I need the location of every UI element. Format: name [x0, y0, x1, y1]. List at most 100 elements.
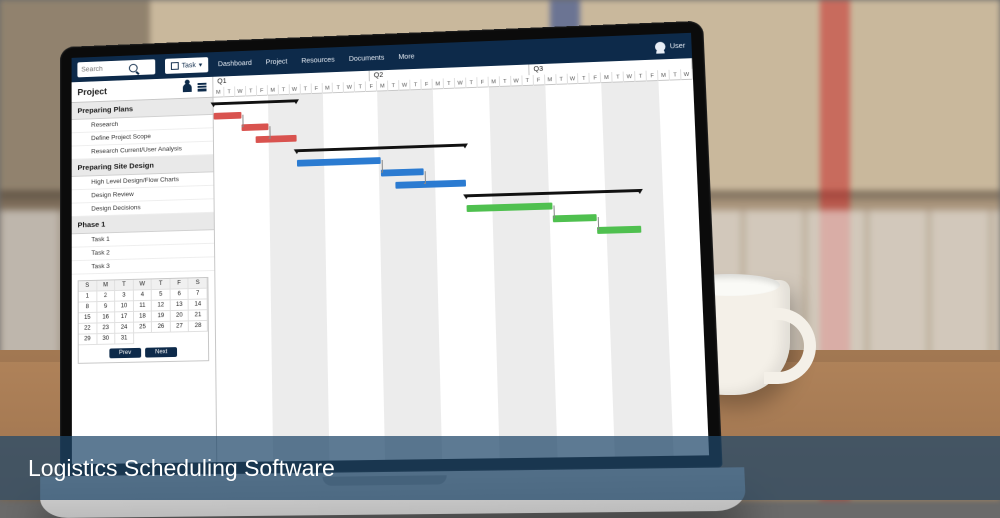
day-letter: F: [647, 70, 659, 81]
cal-day[interactable]: 30: [97, 334, 115, 345]
gantt-bar[interactable]: [467, 203, 553, 212]
task-icon: [171, 62, 179, 70]
day-letter: T: [300, 83, 311, 94]
day-letter: T: [224, 86, 235, 97]
day-letter: T: [500, 76, 512, 87]
gantt-bar[interactable]: [553, 214, 597, 222]
day-letter: T: [635, 71, 647, 82]
cal-day[interactable]: 9: [97, 302, 115, 313]
cal-day[interactable]: 7: [189, 289, 208, 300]
dependency-link: [269, 126, 271, 139]
day-letter: M: [601, 72, 613, 83]
cal-day[interactable]: 26: [152, 322, 171, 333]
cal-prev-button[interactable]: Prev: [109, 348, 141, 358]
cal-dow: F: [170, 278, 189, 289]
cal-dow: W: [134, 279, 152, 290]
menu-project[interactable]: Project: [266, 58, 288, 66]
cal-day[interactable]: 3: [115, 291, 133, 302]
cal-day[interactable]: 27: [171, 321, 190, 332]
cal-day[interactable]: 24: [115, 323, 133, 334]
gantt-bar[interactable]: [214, 112, 242, 120]
cal-day[interactable]: 15: [79, 313, 97, 324]
user-label: User: [670, 42, 686, 49]
summary-bar[interactable]: [214, 99, 297, 105]
day-letter: W: [399, 80, 410, 91]
cal-day[interactable]: 12: [152, 300, 171, 311]
cal-dow: T: [152, 279, 171, 290]
day-letter: W: [624, 71, 636, 82]
cal-dow: S: [79, 281, 97, 292]
day-letter: W: [511, 75, 523, 86]
cal-day[interactable]: 31: [115, 333, 133, 344]
menu-more[interactable]: More: [398, 53, 414, 60]
gantt-bar[interactable]: [597, 226, 641, 234]
cal-day[interactable]: 10: [115, 301, 133, 312]
day-letter: M: [377, 81, 388, 92]
cal-day[interactable]: 6: [170, 289, 189, 300]
cal-day[interactable]: 5: [152, 290, 171, 301]
day-letter: W: [289, 84, 300, 95]
cal-day[interactable]: 1: [79, 291, 97, 302]
cal-day[interactable]: 8: [79, 302, 97, 313]
day-letter: T: [444, 78, 455, 89]
day-letter: W: [567, 73, 579, 84]
sidebar: Project Preparing PlansResearchDefine Pr…: [72, 77, 218, 464]
day-letter: M: [545, 74, 557, 85]
day-letter: M: [268, 85, 279, 96]
search-input[interactable]: [81, 65, 126, 73]
search-icon[interactable]: [129, 63, 138, 72]
summary-bar[interactable]: [467, 189, 640, 197]
gantt-bar[interactable]: [255, 135, 297, 143]
cal-day[interactable]: 23: [97, 323, 115, 334]
gantt-bar[interactable]: [395, 180, 466, 189]
laptop-bezel: Task ▾ Dashboard Project Resources Docum…: [60, 21, 723, 477]
gantt-chart[interactable]: Q1Q2Q3 MTWTFMTWTFMTWTFMTWTFMTWTFMTWTFMTW…: [213, 58, 709, 462]
list-icon[interactable]: [198, 83, 207, 92]
day-letter: F: [257, 85, 268, 96]
cal-day[interactable]: 28: [189, 321, 208, 332]
gantt-bar[interactable]: [297, 157, 381, 167]
person-icon[interactable]: [183, 83, 192, 92]
cal-day[interactable]: 13: [171, 300, 190, 311]
menu-documents[interactable]: Documents: [349, 54, 385, 62]
summary-bar[interactable]: [297, 144, 465, 153]
cal-next-button[interactable]: Next: [145, 347, 177, 357]
day-letter: F: [477, 77, 488, 88]
gantt-bar[interactable]: [381, 168, 423, 176]
cal-day[interactable]: 17: [115, 312, 133, 323]
search-box[interactable]: [77, 59, 155, 77]
day-letter: T: [670, 69, 682, 80]
day-letter: F: [533, 75, 545, 86]
dependency-link: [597, 217, 600, 230]
menu-resources[interactable]: Resources: [301, 56, 335, 64]
cal-day[interactable]: 21: [189, 310, 208, 321]
scheduling-app: Task ▾ Dashboard Project Resources Docum…: [72, 33, 710, 464]
day-letter: W: [681, 69, 693, 80]
day-letter: T: [522, 75, 534, 86]
cal-day[interactable]: 19: [152, 311, 171, 322]
day-letter: M: [658, 70, 670, 81]
dependency-link: [381, 160, 383, 173]
day-letter: T: [333, 82, 344, 93]
menu-dashboard[interactable]: Dashboard: [218, 60, 252, 68]
cal-day[interactable]: 25: [134, 322, 153, 333]
cal-day[interactable]: 22: [79, 323, 97, 334]
cal-day[interactable]: 11: [134, 301, 152, 312]
task-item[interactable]: Task 3: [72, 257, 215, 274]
gantt-body[interactable]: [213, 80, 709, 463]
cal-day[interactable]: 16: [97, 312, 115, 323]
user-menu[interactable]: User: [655, 41, 685, 52]
cal-day[interactable]: 29: [79, 334, 97, 345]
day-letter: M: [213, 87, 224, 98]
cal-day[interactable]: 14: [189, 299, 208, 310]
task-dropdown[interactable]: Task ▾: [165, 57, 208, 74]
cal-day[interactable]: 20: [171, 311, 190, 322]
day-letter: F: [590, 72, 602, 83]
day-letter: T: [410, 79, 421, 90]
cal-day[interactable]: 2: [97, 291, 115, 302]
cal-day[interactable]: 4: [134, 290, 152, 301]
mini-calendar[interactable]: SMTWTFS123456789101112131415161718192021…: [78, 277, 210, 364]
gantt-bar[interactable]: [241, 123, 269, 131]
cal-dow: T: [115, 280, 133, 291]
cal-day[interactable]: 18: [134, 311, 153, 322]
